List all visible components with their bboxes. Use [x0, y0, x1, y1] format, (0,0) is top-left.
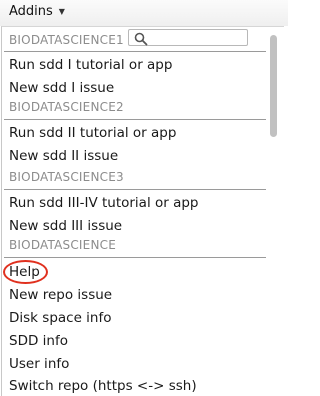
- group-header-biodatascience2: BIODATASCIENCE2: [9, 100, 124, 114]
- menu-item-new-sdd-ii-issue[interactable]: New sdd II issue: [9, 148, 118, 164]
- addins-label: Addins: [9, 4, 53, 19]
- menu-item-user-info[interactable]: User info: [9, 356, 69, 372]
- separator: [4, 189, 266, 190]
- scrollbar[interactable]: [270, 35, 277, 391]
- chevron-down-icon: ▼: [58, 7, 65, 16]
- menu-item-new-sdd-i-issue[interactable]: New sdd I issue: [9, 80, 114, 96]
- toolbar: Addins ▼: [0, 0, 288, 26]
- separator: [4, 119, 266, 120]
- menu-item-new-sdd-iii-issue[interactable]: New sdd III issue: [9, 218, 122, 234]
- group-header-biodatascience: BIODATASCIENCE: [9, 238, 116, 252]
- search-input[interactable]: [128, 29, 248, 46]
- menu-item-switch-repo[interactable]: Switch repo (https <-> ssh): [9, 378, 197, 394]
- menu-item-new-repo-issue[interactable]: New repo issue: [9, 287, 112, 303]
- menu-item-run-sdd-iii-iv[interactable]: Run sdd III-IV tutorial or app: [9, 195, 199, 211]
- scrollbar-thumb[interactable]: [270, 35, 277, 137]
- menu-item-run-sdd-i[interactable]: Run sdd I tutorial or app: [9, 57, 172, 73]
- separator: [4, 51, 266, 52]
- addins-menu-button[interactable]: Addins ▼: [9, 4, 65, 19]
- group-header-biodatascience1: BIODATASCIENCE1: [9, 33, 124, 47]
- menu-item-run-sdd-ii[interactable]: Run sdd II tutorial or app: [9, 125, 176, 141]
- menu-item-disk-space-info[interactable]: Disk space info: [9, 310, 112, 326]
- separator: [4, 257, 266, 258]
- menu-item-sdd-info[interactable]: SDD info: [9, 333, 68, 349]
- addins-dropdown-menu: BIODATASCIENCE1 Run sdd I tutorial or ap…: [1, 26, 284, 396]
- search-icon: [134, 31, 148, 50]
- menu-item-help[interactable]: Help: [9, 264, 40, 280]
- group-header-biodatascience3: BIODATASCIENCE3: [9, 170, 124, 184]
